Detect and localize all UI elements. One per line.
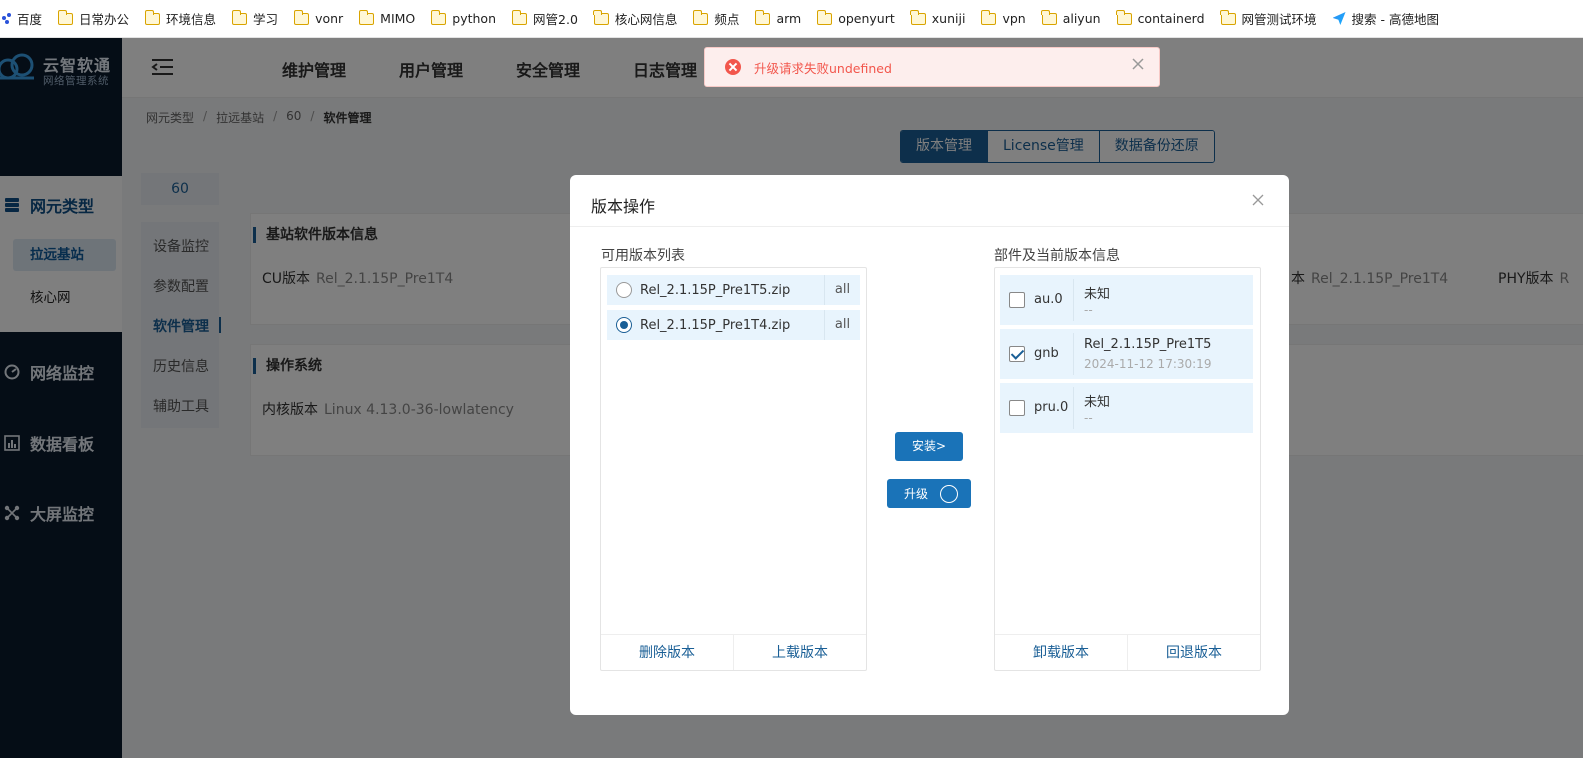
bookmark-gaode-map[interactable]: 搜索 - 高德地图 [1332,0,1439,37]
folder-icon [511,9,528,25]
bookmark-folder[interactable]: 网管2.0 [511,0,578,37]
radio-button-selected[interactable] [616,317,632,333]
folder-icon [430,9,447,25]
folder-icon [231,9,248,25]
baidu-icon [2,12,12,25]
bookmark-folder[interactable]: python [430,0,496,37]
bookmark-folder[interactable]: xuniji [910,0,965,37]
folder-icon [57,9,74,25]
folder-icon [816,9,833,25]
version-row[interactable]: Rel_2.1.15P_Pre1T5.zip all [607,275,860,305]
folder-icon [293,9,310,25]
folder-icon [1116,9,1132,25]
components-list: au.0 未知 -- gnb Rel_2.1.15P_Pre1T5 2024-1… [994,267,1261,671]
bookmark-folder[interactable]: 学习 [231,0,278,37]
available-versions-label: 可用版本列表 [601,248,685,264]
rollback-version-button[interactable]: 回退版本 [1128,635,1260,670]
error-icon [725,59,741,75]
delete-version-button[interactable]: 删除版本 [601,635,734,670]
error-toast: 升级请求失败undefined [704,47,1160,87]
checkbox[interactable] [1009,400,1025,416]
component-row[interactable]: pru.0 未知 -- [1000,383,1253,433]
bookmark-folder[interactable]: aliyun [1041,0,1101,37]
loading-spinner-icon [940,484,959,503]
folder-icon [692,9,709,25]
close-icon[interactable] [1251,193,1265,207]
bookmark-folder[interactable]: 环境信息 [144,0,216,37]
available-actions: 删除版本 上载版本 [601,634,866,670]
checkbox-checked[interactable] [1009,346,1025,362]
folder-icon [1041,9,1057,25]
close-icon[interactable] [1131,57,1145,71]
bookmark-folder[interactable]: 网管测试环境 [1220,0,1317,37]
bookmark-folder[interactable]: 日常办公 [57,0,129,37]
bookmark-folder[interactable]: vonr [293,0,343,37]
install-button[interactable]: 安装> [895,432,963,461]
version-operation-dialog: 版本操作 可用版本列表 Rel_2.1.15P_Pre1T5.zip all R… [570,175,1289,715]
folder-icon [980,9,997,25]
components-label: 部件及当前版本信息 [994,248,1120,264]
upload-version-button[interactable]: 上载版本 [734,635,866,670]
folder-icon [144,9,161,25]
component-row[interactable]: gnb Rel_2.1.15P_Pre1T5 2024-11-12 17:30:… [1000,329,1253,379]
bookmark-folder[interactable]: arm [754,0,801,37]
folder-icon [593,9,609,25]
bookmark-folder[interactable]: MIMO [358,0,415,37]
folder-icon [910,9,926,25]
radio-button[interactable] [616,282,632,298]
available-versions-list: Rel_2.1.15P_Pre1T5.zip all Rel_2.1.15P_P… [600,267,867,671]
upgrade-button[interactable]: 升级 [887,479,971,508]
bookmark-baidu[interactable]: 百度 [2,0,42,37]
bookmarks-bar: 百度 日常办公 环境信息 学习 vonr MIMO python 网管2.0 核… [0,0,1583,38]
bookmark-folder[interactable]: openyurt [816,0,895,37]
bookmark-folder[interactable]: containerd [1116,0,1205,37]
bookmark-folder[interactable]: 频点 [692,0,739,37]
folder-icon [358,9,375,25]
component-row[interactable]: au.0 未知 -- [1000,275,1253,325]
bookmark-folder[interactable]: vpn [980,0,1026,37]
dialog-title: 版本操作 [591,197,656,216]
uninstall-version-button[interactable]: 卸载版本 [995,635,1128,670]
folder-icon [754,9,771,25]
component-actions: 卸载版本 回退版本 [995,634,1260,670]
gaode-map-icon [1332,12,1346,25]
toast-message: 升级请求失败undefined [754,60,892,76]
checkbox[interactable] [1009,292,1025,308]
bookmark-folder[interactable]: 核心网信息 [593,0,677,37]
folder-icon [1220,9,1236,25]
version-row[interactable]: Rel_2.1.15P_Pre1T4.zip all [607,310,860,340]
